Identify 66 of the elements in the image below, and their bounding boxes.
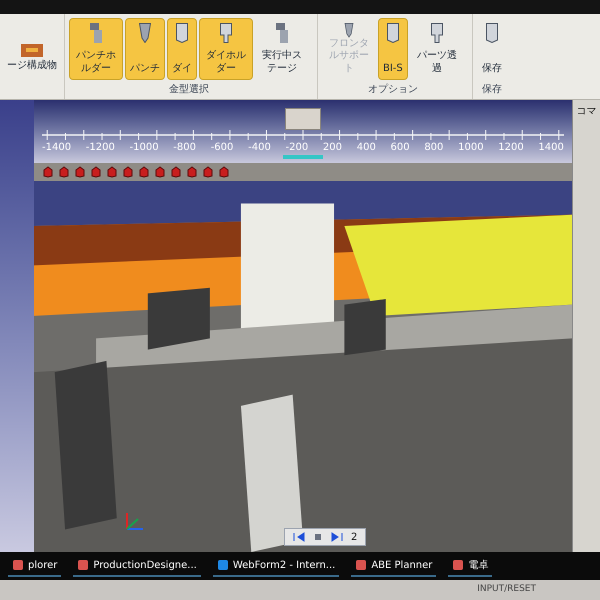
taskbar-item[interactable]: WebForm2 - Intern... (212, 555, 340, 577)
axis-triad-icon (124, 510, 146, 532)
ruler-tick-label: -1000 (130, 141, 159, 155)
cube-icon[interactable] (218, 166, 230, 178)
group-label: 金型選択 (168, 82, 210, 97)
ruler-tick-label: -800 (173, 141, 196, 155)
cube-icon[interactable] (202, 166, 214, 178)
tool-icon (90, 23, 102, 43)
cube-icon[interactable] (74, 166, 86, 178)
ribbon-label[interactable]: ージ構成物 (7, 58, 57, 73)
tool-icon (176, 23, 188, 43)
cube-icon[interactable] (58, 166, 70, 178)
skip-forward-icon[interactable] (331, 532, 343, 542)
cube-icon[interactable] (90, 166, 102, 178)
tool-icon (343, 23, 355, 38)
app-icon (355, 559, 368, 571)
app-icon (216, 559, 229, 571)
taskbar-item[interactable]: ProductionDesigne... (73, 555, 201, 577)
app-icon (12, 559, 24, 571)
cube-icon[interactable] (186, 166, 198, 178)
app-icon (77, 559, 90, 571)
ruler-tick-label: 1400 (538, 141, 564, 155)
cube-icon[interactable] (42, 166, 54, 178)
cube-icon[interactable] (106, 166, 118, 178)
ruler-tick-label: 200 (322, 141, 342, 155)
ribbon-button[interactable]: パンチ (125, 18, 165, 80)
ruler-tick-label: 800 (424, 141, 444, 155)
ribbon-button[interactable]: パンチホルダー (69, 18, 123, 80)
group-label: オプション (366, 82, 419, 97)
ruler-tick-label: -600 (210, 141, 234, 155)
app-icon (452, 559, 464, 571)
tool-icon (276, 23, 288, 43)
ruler-tick-label: -1200 (86, 141, 115, 155)
ruler-tick-label: 400 (356, 141, 376, 155)
ruler-tick-label: 1200 (498, 141, 524, 155)
frame-number[interactable]: 2 (351, 530, 358, 544)
ruler-tick-label: 1000 (458, 141, 484, 155)
range-bar (283, 155, 323, 159)
ruler-tick-label: -400 (248, 141, 271, 155)
tool-icon (220, 23, 232, 43)
ribbon-button[interactable]: 実行中ステージ (255, 18, 309, 80)
ribbon-button[interactable]: 保存 (476, 18, 507, 80)
ribbon-button[interactable]: パーツ透過 (410, 18, 464, 80)
cube-icon[interactable] (170, 166, 182, 178)
ribbon-button[interactable]: BI-S (378, 18, 408, 80)
cube-icon[interactable] (122, 166, 134, 178)
stop-icon[interactable] (313, 532, 323, 542)
ruler-tick-label: -200 (286, 141, 308, 155)
ruler-tick-label: 600 (390, 141, 410, 155)
skip-back-icon[interactable] (293, 532, 305, 542)
ribbon-button[interactable]: ダイ (167, 18, 197, 80)
bezel-label: INPUT/RESET (477, 583, 536, 596)
cube-icon[interactable] (154, 166, 166, 178)
ribbon-button[interactable]: ダイホルダー (199, 18, 253, 80)
group-label: 保存 (480, 83, 503, 97)
taskbar-item[interactable]: plorer (8, 555, 62, 577)
cube-icon[interactable] (138, 166, 150, 178)
taskbar-item[interactable]: ABE Planner (351, 555, 436, 577)
tool-icon (139, 23, 151, 43)
tool-icon (486, 23, 498, 43)
tool-icon (430, 23, 443, 43)
ruler-tick-label: -1400 (42, 141, 72, 155)
slider-handle[interactable] (285, 108, 321, 130)
tool-icon (386, 23, 399, 43)
taskbar-item[interactable]: 電卓 (448, 555, 492, 577)
panel-title: コマ (576, 105, 596, 119)
